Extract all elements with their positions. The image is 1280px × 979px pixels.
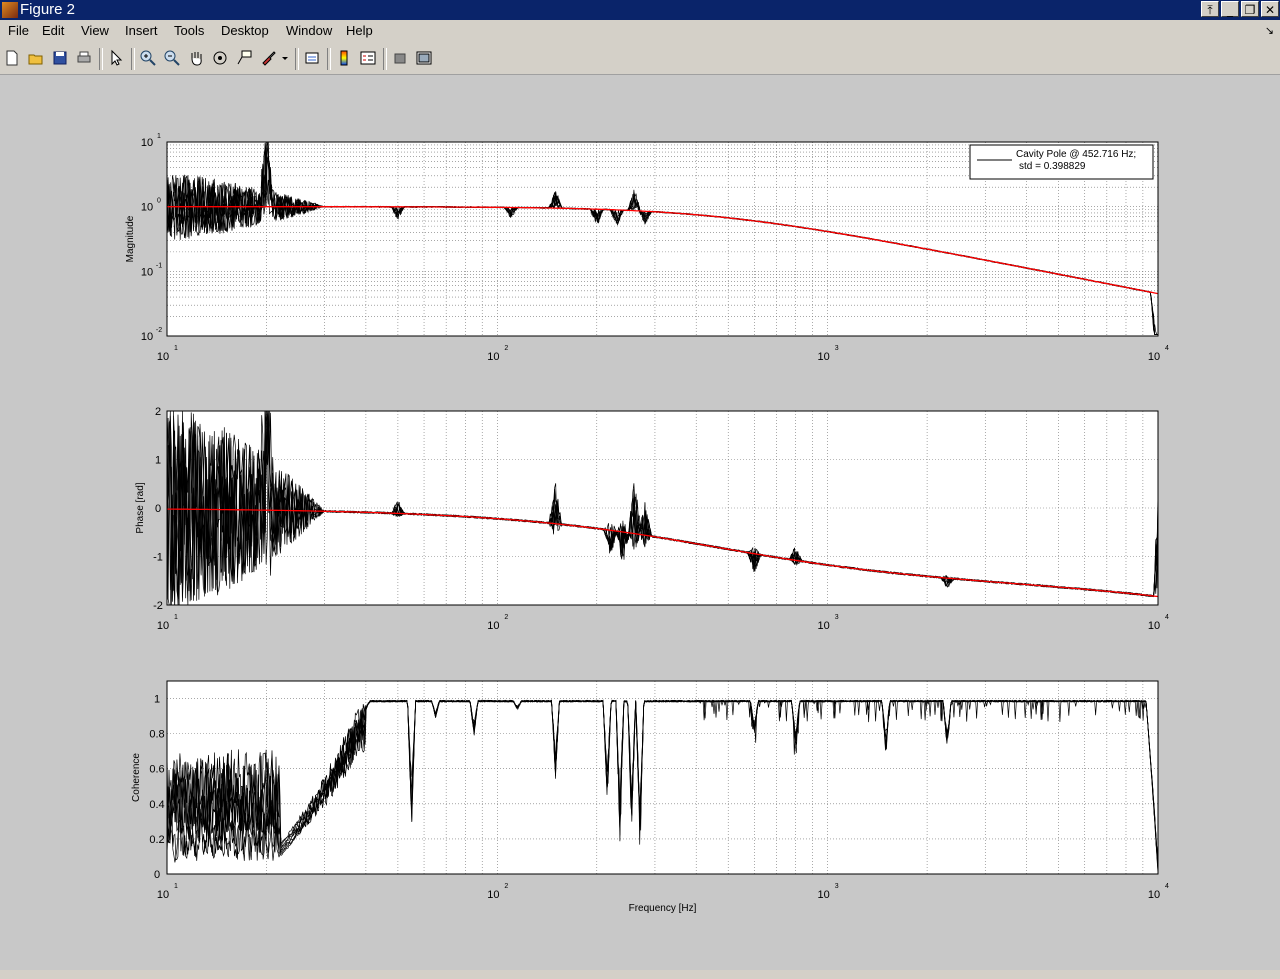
- data-cursor-icon[interactable]: [235, 49, 253, 67]
- x-tick-exponent: 1: [174, 883, 178, 890]
- menu-help[interactable]: Help: [346, 23, 373, 38]
- open-file-icon[interactable]: [27, 49, 45, 67]
- x-tick-exponent: 2: [504, 345, 508, 352]
- rotate-3d-icon[interactable]: [211, 49, 229, 67]
- x-tick-label: 10: [487, 351, 499, 363]
- menu-insert[interactable]: Insert: [125, 23, 158, 38]
- x-tick-exponent: 4: [1165, 883, 1169, 890]
- insert-colorbar-icon[interactable]: [335, 49, 353, 67]
- y-tick-label: -1: [153, 552, 163, 564]
- phase-ylabel: Phase [rad]: [135, 482, 146, 533]
- zoom-in-icon[interactable]: [139, 49, 157, 67]
- link-plot-icon[interactable]: [303, 49, 321, 67]
- menu-bar: File Edit View Insert Tools Desktop Wind…: [0, 20, 1280, 42]
- magnitude-ylabel: Magnitude: [125, 215, 136, 262]
- toolbar-separator: [383, 48, 387, 70]
- y-tick-label: 1: [155, 455, 161, 467]
- x-tick-exponent: 3: [835, 883, 839, 890]
- y-tick-label: -2: [153, 600, 163, 612]
- y-tick-label: 1: [154, 694, 160, 706]
- y-tick-label: 2: [155, 406, 161, 418]
- show-plot-tools-icon[interactable]: [415, 49, 433, 67]
- menu-edit[interactable]: Edit: [42, 23, 64, 38]
- toolbar-separator: [99, 48, 103, 70]
- coherence-axes[interactable]: 1 0.8 0.6 0.4 0.2 0 10 1 10 2 10 3 10 4 Coherence Frequ…: [131, 680, 1169, 914]
- magnitude-axes[interactable]: 10110010-110-2101102103104MagnitudeCavit…: [125, 133, 1169, 363]
- window-title: Figure 2: [20, 1, 76, 18]
- matlab-figure-icon: [2, 2, 18, 18]
- y-tick-label: 0.2: [149, 834, 164, 846]
- y-tick-label: 10: [141, 266, 153, 278]
- y-tick-label: 10: [141, 137, 153, 149]
- legend-text-line1: Cavity Pole @ 452.716 Hz;: [1016, 149, 1136, 160]
- plots-svg: 10110010-110-2101102103104MagnitudeCavit…: [125, 133, 1169, 914]
- y-tick-label: 0: [155, 503, 161, 515]
- x-tick-label: 10: [1148, 620, 1160, 632]
- brush-dropdown-icon[interactable]: [280, 49, 290, 67]
- y-tick-exponent: 0: [157, 198, 161, 205]
- x-tick-label: 10: [157, 889, 169, 901]
- toolbar-separator: [295, 48, 299, 70]
- x-tick-label: 10: [818, 351, 830, 363]
- y-tick-exponent: -2: [156, 327, 162, 334]
- plot-area: [167, 681, 1158, 874]
- x-tick-exponent: 2: [504, 883, 508, 890]
- legend: Cavity Pole @ 452.716 Hz;std = 0.398829: [969, 144, 1154, 180]
- figure-toolbar: [0, 42, 1280, 75]
- x-tick-exponent: 1: [174, 614, 178, 621]
- new-figure-icon[interactable]: [3, 49, 21, 67]
- x-tick-label: 10: [157, 351, 169, 363]
- zoom-out-icon[interactable]: [163, 49, 181, 67]
- y-tick-label: 0.6: [149, 764, 164, 776]
- close-button[interactable]: ✕: [1261, 1, 1279, 17]
- figure-canvas: 10 1 10 0 10 -1 10 -2 10 1 10 2 10 3 10 4 Magnitude Cavit…: [0, 75, 1280, 979]
- menu-desktop[interactable]: Desktop: [221, 23, 269, 38]
- toolbar-separator: [327, 48, 331, 70]
- save-icon[interactable]: [51, 49, 69, 67]
- toolbar-separator: [131, 48, 135, 70]
- pin-icon[interactable]: ⤒: [1201, 1, 1219, 17]
- y-tick-exponent: -1: [156, 262, 162, 269]
- x-tick-label: 10: [1148, 351, 1160, 363]
- y-tick-label: 0: [154, 869, 160, 881]
- coherence-ylabel: Coherence: [131, 753, 142, 802]
- x-tick-label: 10: [1148, 889, 1160, 901]
- x-tick-exponent: 1: [174, 345, 178, 352]
- x-tick-label: 10: [487, 620, 499, 632]
- x-tick-exponent: 2: [504, 614, 508, 621]
- dock-arrow-icon[interactable]: ↘: [1265, 24, 1274, 37]
- pan-hand-icon[interactable]: [187, 49, 205, 67]
- x-tick-exponent: 4: [1165, 614, 1169, 621]
- frequency-xlabel: Frequency [Hz]: [629, 903, 697, 914]
- x-tick-label: 10: [157, 620, 169, 632]
- hide-plot-tools-icon[interactable]: [391, 49, 409, 67]
- insert-legend-icon[interactable]: [359, 49, 377, 67]
- x-tick-exponent: 3: [835, 614, 839, 621]
- status-bar: [0, 970, 1280, 979]
- y-tick-label: 10: [141, 331, 153, 343]
- brush-icon[interactable]: [259, 49, 277, 67]
- x-tick-exponent: 4: [1165, 345, 1169, 352]
- x-tick-label: 10: [818, 620, 830, 632]
- menu-tools[interactable]: Tools: [174, 23, 204, 38]
- menu-window[interactable]: Window: [286, 23, 332, 38]
- window-titlebar: Figure 2 ⤒ _ ❐ ✕: [0, 0, 1280, 20]
- menu-file[interactable]: File: [8, 23, 29, 38]
- edit-plot-arrow-icon[interactable]: [107, 49, 125, 67]
- x-tick-exponent: 3: [835, 345, 839, 352]
- menu-view[interactable]: View: [81, 23, 109, 38]
- x-tick-label: 10: [818, 889, 830, 901]
- print-icon[interactable]: [75, 49, 93, 67]
- y-tick-label: 10: [141, 202, 153, 214]
- y-tick-exponent: 1: [157, 133, 161, 140]
- minimize-button[interactable]: _: [1221, 1, 1239, 17]
- maximize-button[interactable]: ❐: [1241, 1, 1259, 17]
- y-tick-label: 0.8: [149, 729, 164, 741]
- y-tick-label: 0.4: [149, 799, 164, 811]
- legend-text-line2: std = 0.398829: [1019, 161, 1086, 172]
- phase-axes[interactable]: 210-1-2101102103104Phase [rad]: [135, 406, 1169, 632]
- x-tick-label: 10: [487, 889, 499, 901]
